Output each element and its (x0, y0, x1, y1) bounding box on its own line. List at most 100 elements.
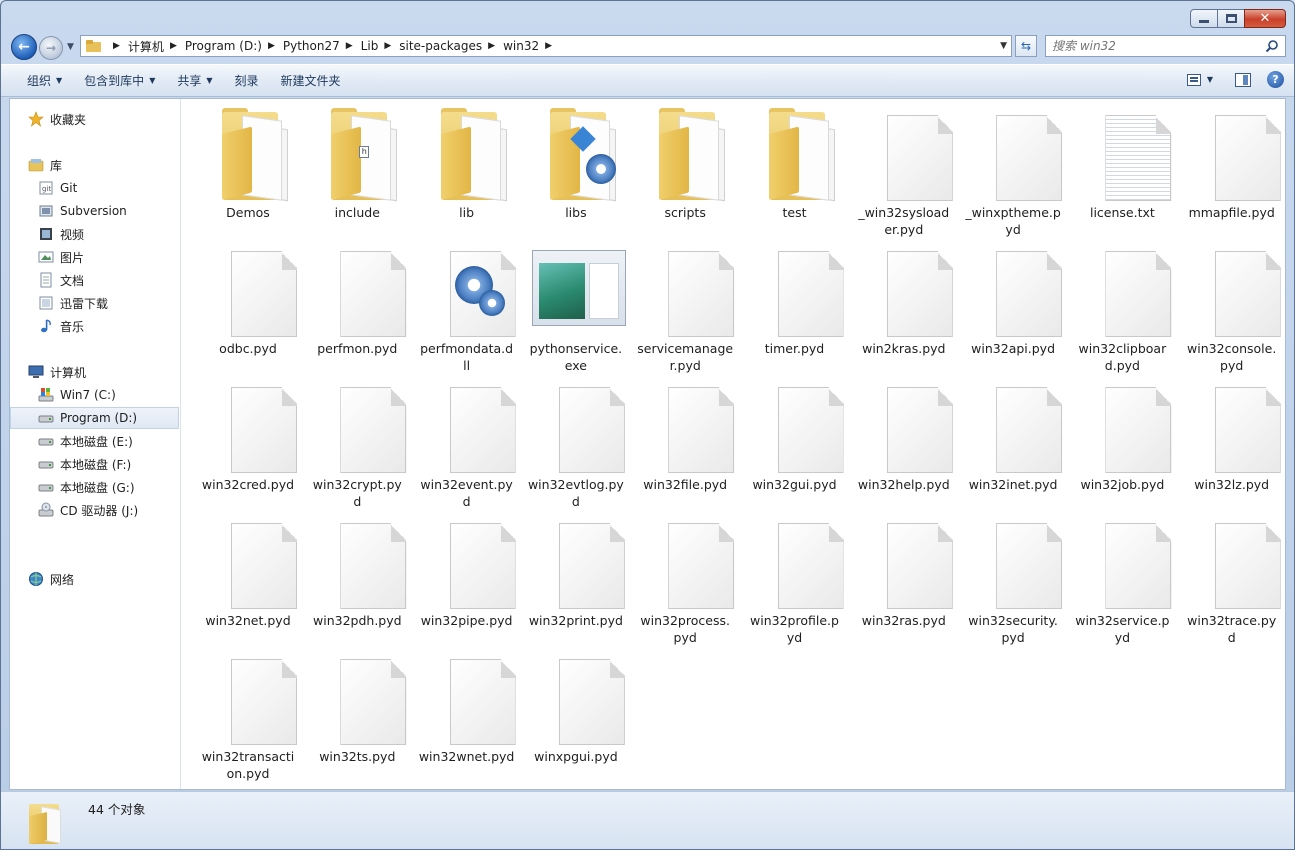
file-item[interactable]: win32console.pyd (1182, 240, 1282, 374)
sidebar-item-network[interactable]: 网络 (10, 568, 179, 590)
file-item[interactable]: win32pipe.pyd (417, 512, 517, 629)
refresh-button[interactable]: ⇆ (1015, 35, 1037, 57)
sidebar-item-label: 收藏夹 (50, 112, 87, 127)
share-button[interactable]: 共享 ▼ (169, 69, 220, 93)
breadcrumb-item[interactable]: Python27 (283, 39, 340, 53)
recent-pages-dropdown[interactable]: ▼ (67, 42, 74, 52)
close-button[interactable]: ✕ (1244, 9, 1286, 28)
file-item[interactable]: win32trace.pyd (1182, 512, 1282, 646)
file-item[interactable]: winxpgui.pyd (526, 648, 626, 765)
file-item[interactable]: win32service.pyd (1072, 512, 1172, 646)
breadcrumb-separator[interactable]: ▶ (107, 41, 128, 51)
file-item[interactable]: license.txt (1072, 104, 1172, 221)
file-item[interactable]: test (745, 104, 845, 221)
sidebar-item-videos[interactable]: 视频 (10, 223, 179, 245)
file-item[interactable]: win32process.pyd (635, 512, 735, 646)
sidebar-item-drive-g[interactable]: 本地磁盘 (G:) (10, 476, 179, 498)
file-item[interactable]: h include (307, 104, 407, 221)
breadcrumb-separator[interactable]: ▶ (262, 41, 283, 51)
file-item[interactable]: perfmondata.dll (417, 240, 517, 374)
sidebar-item-libraries[interactable]: 库 (10, 154, 179, 176)
git-library-icon: git (38, 180, 54, 196)
breadcrumb-item[interactable]: Lib (361, 39, 379, 53)
file-item[interactable]: perfmon.pyd (307, 240, 407, 357)
breadcrumb-item[interactable]: win32 (503, 39, 539, 53)
file-item[interactable]: win32print.pyd (526, 512, 626, 629)
file-item[interactable]: win32lz.pyd (1182, 376, 1282, 493)
breadcrumb-item[interactable]: site-packages (399, 39, 482, 53)
file-item[interactable]: lib (417, 104, 517, 221)
file-item[interactable]: win32api.pyd (963, 240, 1063, 357)
file-item[interactable]: win32ras.pyd (854, 512, 954, 629)
file-item[interactable]: servicemanager.pyd (635, 240, 735, 374)
file-item[interactable]: win32net.pyd (198, 512, 298, 629)
file-item[interactable]: win32security.pyd (963, 512, 1063, 646)
burn-button[interactable]: 刻录 (227, 69, 267, 93)
address-bar[interactable]: ▶ 计算机 ▶ Program (D:) ▶ Python27 ▶ Lib ▶ … (80, 35, 1012, 57)
file-item[interactable]: win32gui.pyd (745, 376, 845, 493)
file-item[interactable]: pythonservice.exe (526, 240, 626, 374)
preview-pane-icon[interactable] (1235, 72, 1251, 87)
file-item[interactable]: win32inet.pyd (963, 376, 1063, 493)
sidebar-item-drive-j[interactable]: CD 驱动器 (J:) (10, 499, 179, 521)
sidebar-item-drive-e[interactable]: 本地磁盘 (E:) (10, 430, 179, 452)
cd-drive-icon (38, 502, 54, 518)
file-item[interactable]: win32evtlog.pyd (526, 376, 626, 510)
organize-button[interactable]: 组织 ▼ (19, 69, 70, 93)
file-name: win32clipboard.pyd (1078, 341, 1167, 373)
sidebar-item-pictures[interactable]: 图片 (10, 246, 179, 268)
file-item[interactable]: win32profile.pyd (745, 512, 845, 646)
new-folder-button[interactable]: 新建文件夹 (273, 69, 349, 93)
file-item[interactable]: win2kras.pyd (854, 240, 954, 357)
breadcrumb-separator[interactable]: ▶ (340, 41, 361, 51)
file-item[interactable]: win32cred.pyd (198, 376, 298, 493)
file-item[interactable]: win32event.pyd (417, 376, 517, 510)
file-item[interactable]: win32wnet.pyd (417, 648, 517, 765)
sidebar-item-computer[interactable]: 计算机 (10, 361, 179, 383)
file-item[interactable]: win32help.pyd (854, 376, 954, 493)
file-item[interactable]: mmapfile.pyd (1182, 104, 1282, 221)
file-item[interactable]: timer.pyd (745, 240, 845, 357)
sidebar-item-subversion[interactable]: Subversion (10, 200, 179, 222)
file-item[interactable]: win32file.pyd (635, 376, 735, 493)
help-icon[interactable]: ? (1267, 71, 1284, 88)
maximize-button[interactable] (1217, 9, 1245, 28)
file-item[interactable]: win32job.pyd (1072, 376, 1172, 493)
minimize-button[interactable] (1190, 9, 1218, 28)
chevron-down-icon[interactable]: ▼ (1207, 75, 1213, 84)
address-history-dropdown[interactable]: ▼ (1000, 41, 1007, 51)
sidebar-item-documents[interactable]: 文档 (10, 269, 179, 291)
sidebar-item-thunder-downloads[interactable]: 迅雷下载 (10, 292, 179, 314)
file-item[interactable]: _winxptheme.pyd (963, 104, 1063, 238)
file-item[interactable]: scripts (635, 104, 735, 221)
search-input[interactable] (1052, 37, 1262, 55)
file-icon (1182, 104, 1282, 201)
sidebar-item-music[interactable]: 音乐 (10, 315, 179, 337)
file-icon (198, 376, 298, 473)
file-item[interactable]: win32clipboard.pyd (1072, 240, 1172, 374)
file-item[interactable]: Demos (198, 104, 298, 221)
forward-button[interactable]: → (39, 36, 63, 60)
breadcrumb-separator[interactable]: ▶ (378, 41, 399, 51)
sidebar-item-favorites[interactable]: 收藏夹 (10, 108, 179, 130)
view-options-icon[interactable] (1186, 73, 1201, 86)
include-in-library-button[interactable]: 包含到库中 ▼ (76, 69, 163, 93)
file-item[interactable]: win32ts.pyd (307, 648, 407, 765)
file-item[interactable]: _win32sysloader.pyd (854, 104, 954, 238)
sidebar-item-drive-f[interactable]: 本地磁盘 (F:) (10, 453, 179, 475)
breadcrumb-separator[interactable]: ▶ (539, 41, 560, 51)
sidebar-item-drive-c[interactable]: Win7 (C:) (10, 384, 179, 406)
sidebar-item-git[interactable]: git Git (10, 177, 179, 199)
breadcrumb-item[interactable]: Program (D:) (185, 39, 262, 53)
file-item[interactable]: win32pdh.pyd (307, 512, 407, 629)
breadcrumb-separator[interactable]: ▶ (482, 41, 503, 51)
file-item[interactable]: win32crypt.pyd (307, 376, 407, 510)
breadcrumb-separator[interactable]: ▶ (164, 41, 185, 51)
back-button[interactable]: ← (11, 34, 37, 60)
file-item[interactable]: win32transaction.pyd (198, 648, 298, 782)
search-icon[interactable] (1265, 39, 1279, 53)
breadcrumb-item[interactable]: 计算机 (128, 38, 164, 55)
file-item[interactable]: odbc.pyd (198, 240, 298, 357)
sidebar-item-drive-d[interactable]: Program (D:) (10, 407, 179, 429)
file-item[interactable]: libs (526, 104, 626, 221)
